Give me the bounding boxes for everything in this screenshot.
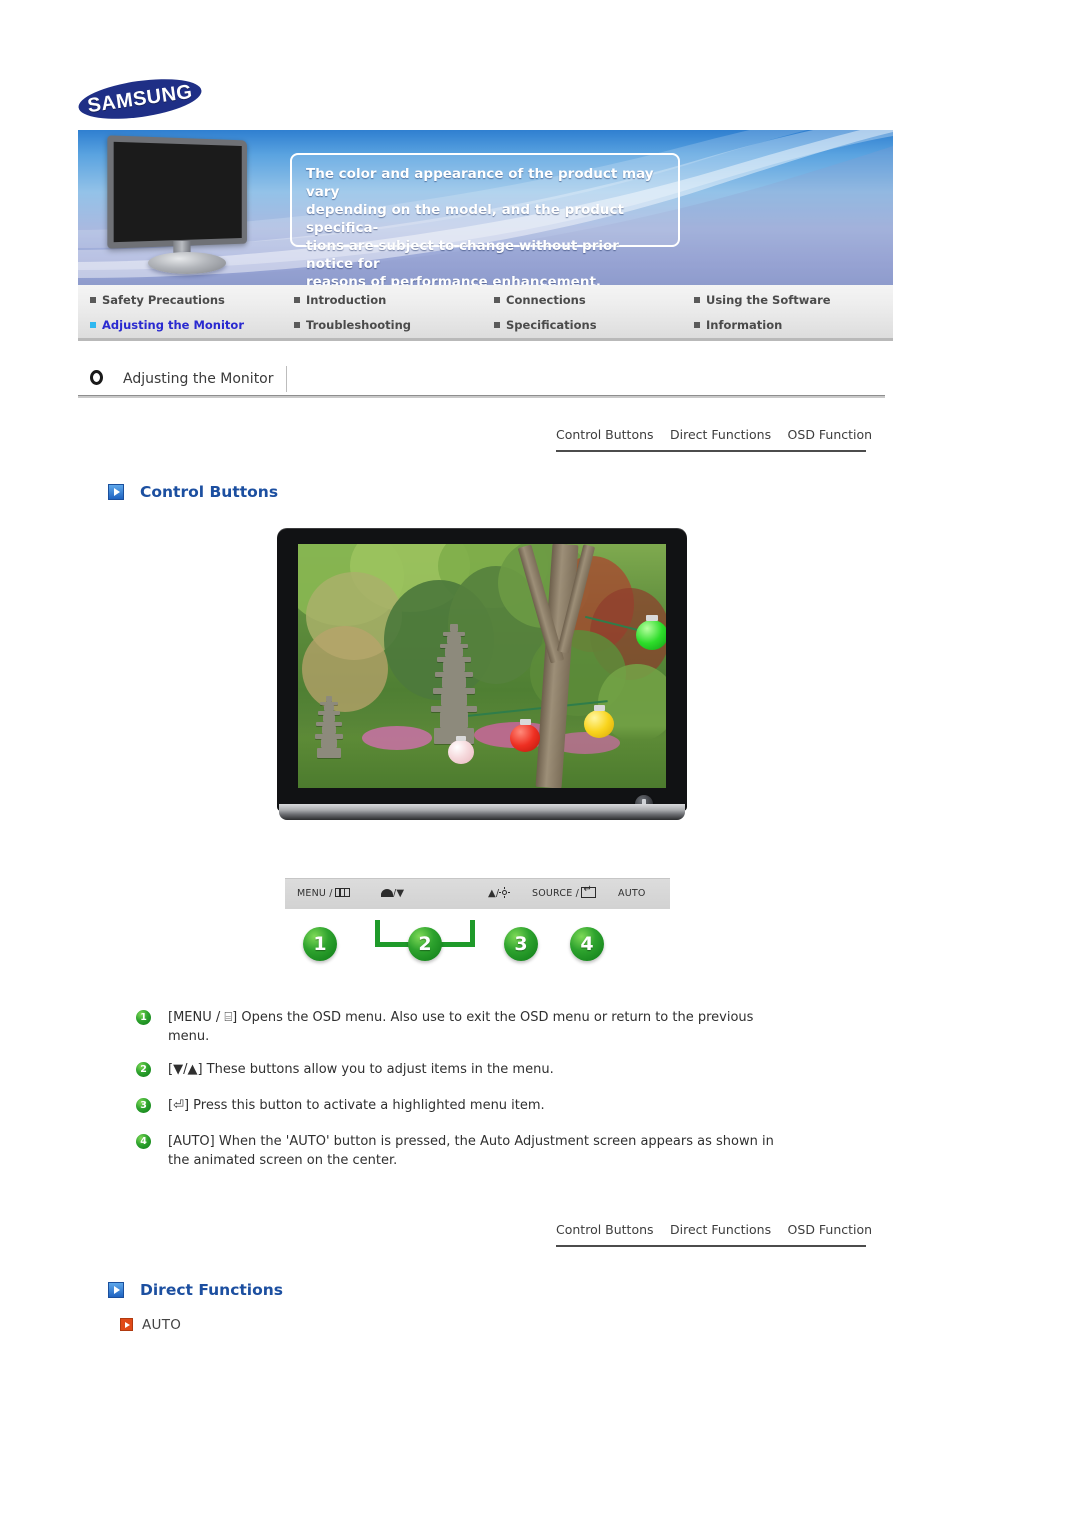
description-badge-4: 4 xyxy=(136,1134,151,1149)
nav-item-using-the-software[interactable]: Using the Software xyxy=(690,287,831,313)
up-triangle-icon: ▲ xyxy=(488,888,496,899)
tab-direct-functions[interactable]: Direct Functions xyxy=(670,423,771,447)
disclaimer-line-1: The color and appearance of the product … xyxy=(306,166,654,200)
monitor-product-photo xyxy=(277,528,687,826)
number-badge-2: 2 xyxy=(408,927,442,961)
direct-function-auto-label: AUTO xyxy=(142,1317,182,1333)
nav-item-information[interactable]: Information xyxy=(690,312,782,338)
heading-direct-functions-label: Direct Functions xyxy=(140,1281,284,1299)
description-text-4: [AUTO] When the 'AUTO' button is pressed… xyxy=(168,1134,774,1168)
nav-item-introduction[interactable]: Introduction xyxy=(290,287,386,313)
lantern-cap xyxy=(520,719,531,725)
monitor-screen xyxy=(298,544,666,788)
disclaimer-line-3: tions are subject to change without prio… xyxy=(306,238,619,272)
monitor-bezel xyxy=(277,528,687,813)
control-button-descriptions: 1 [MENU / ⌸] Opens the OSD menu. Also us… xyxy=(136,1008,776,1184)
description-item: 3 [⏎] Press this button to activate a hi… xyxy=(136,1096,776,1118)
tab-list-top: Control Buttons Direct Functions OSD Fun… xyxy=(556,423,872,447)
description-text-2: [▼/▲] These buttons allow you to adjust … xyxy=(168,1062,554,1077)
number-badge-3: 3 xyxy=(504,927,538,961)
control-button-number-markers: 1 2 3 4 xyxy=(285,915,670,973)
description-item: 1 [MENU / ⌸] Opens the OSD menu. Also us… xyxy=(136,1008,776,1046)
description-text-3: [⏎] Press this button to activate a high… xyxy=(168,1098,545,1113)
disclaimer-line-2: depending on the model, and the product … xyxy=(306,202,624,236)
manual-page: SAMSUNG The color and appearance of the … xyxy=(0,0,1080,1528)
control-label-up: ▲/ xyxy=(488,879,511,909)
banner-monitor-icon xyxy=(100,135,270,278)
tab-direct-functions-bottom[interactable]: Direct Functions xyxy=(670,1218,771,1242)
page-title: Adjusting the Monitor xyxy=(123,366,287,392)
blue-arrow-icon xyxy=(108,1282,124,1298)
ring-icon xyxy=(90,370,103,385)
heading-control-buttons-label: Control Buttons xyxy=(140,483,279,501)
tab-list-bottom: Control Buttons Direct Functions OSD Fun… xyxy=(556,1218,872,1242)
lantern-cap xyxy=(646,615,658,621)
tabstrip-top: Control Buttons Direct Functions OSD Fun… xyxy=(556,423,872,455)
description-text-1: [MENU / ⌸] Opens the OSD menu. Also use … xyxy=(168,1010,754,1044)
tabstrip-rule-top xyxy=(556,450,866,452)
lantern-cap xyxy=(456,736,466,741)
tabstrip-bottom: Control Buttons Direct Functions OSD Fun… xyxy=(556,1218,872,1250)
monitor-base-bar xyxy=(279,804,685,820)
product-disclaimer-box: The color and appearance of the product … xyxy=(290,153,680,285)
enter-icon xyxy=(581,884,597,898)
banner-monitor-screen xyxy=(107,135,248,249)
number-badge-4: 4 xyxy=(570,927,604,961)
banner-monitor-base xyxy=(148,252,226,274)
description-item: 4 [AUTO] When the 'AUTO' button is press… xyxy=(136,1132,776,1170)
lantern-red xyxy=(510,724,540,752)
description-item: 2 [▼/▲] These buttons allow you to adjus… xyxy=(136,1060,776,1082)
nav-row-2: Adjusting the Monitor Troubleshooting Sp… xyxy=(78,312,893,338)
nav-item-troubleshooting[interactable]: Troubleshooting xyxy=(290,312,411,338)
down-triangle-icon: ▼ xyxy=(396,888,405,899)
nav-item-adjusting-the-monitor[interactable]: Adjusting the Monitor xyxy=(86,312,244,338)
lantern-yellow xyxy=(584,710,614,738)
nav-row-1: Safety Precautions Introduction Connecti… xyxy=(78,287,893,313)
nav-item-safety-precautions[interactable]: Safety Precautions xyxy=(86,287,225,313)
brightness-sun-icon xyxy=(499,887,511,898)
tab-osd-function-bottom[interactable]: OSD Function xyxy=(788,1218,873,1242)
lantern-white xyxy=(448,740,474,764)
number-badge-1: 1 xyxy=(303,927,337,961)
control-button-strip: MENU / /▼ ▲/ SOURCE / AUTO xyxy=(285,878,670,909)
contrast-icon xyxy=(381,889,393,897)
section-header: Adjusting the Monitor xyxy=(78,362,893,400)
flower-bed xyxy=(362,726,432,750)
lantern-green xyxy=(636,620,666,650)
logo-wordmark: SAMSUNG xyxy=(86,80,194,118)
control-label-source: SOURCE / xyxy=(532,879,597,909)
main-navigation: Safety Precautions Introduction Connecti… xyxy=(78,285,893,341)
disclaimer-line-4: reasons of performance enhancement. xyxy=(306,274,602,285)
control-label-down: /▼ xyxy=(381,879,404,909)
nav-item-connections[interactable]: Connections xyxy=(490,287,586,313)
tab-control-buttons[interactable]: Control Buttons xyxy=(556,423,654,447)
stone-pagoda-small xyxy=(312,696,346,758)
description-badge-2: 2 xyxy=(136,1062,151,1077)
header-banner: The color and appearance of the product … xyxy=(78,130,893,285)
samsung-logo: SAMSUNG xyxy=(76,72,204,126)
menu-icon xyxy=(334,888,350,897)
garden-scene-image xyxy=(298,544,666,788)
tab-osd-function[interactable]: OSD Function xyxy=(788,423,873,447)
section-divider xyxy=(78,395,885,398)
control-label-menu: MENU / xyxy=(297,879,350,909)
nav-item-specifications[interactable]: Specifications xyxy=(490,312,597,338)
stone-pagoda-main xyxy=(430,624,478,744)
blue-arrow-icon xyxy=(108,484,124,500)
control-label-auto: AUTO xyxy=(618,888,646,899)
description-badge-3: 3 xyxy=(136,1098,151,1113)
description-badge-1: 1 xyxy=(136,1010,151,1025)
lantern-cap xyxy=(594,705,605,711)
tabstrip-rule-bottom xyxy=(556,1245,866,1247)
tab-control-buttons-bottom[interactable]: Control Buttons xyxy=(556,1218,654,1242)
orange-arrow-icon xyxy=(120,1318,133,1331)
